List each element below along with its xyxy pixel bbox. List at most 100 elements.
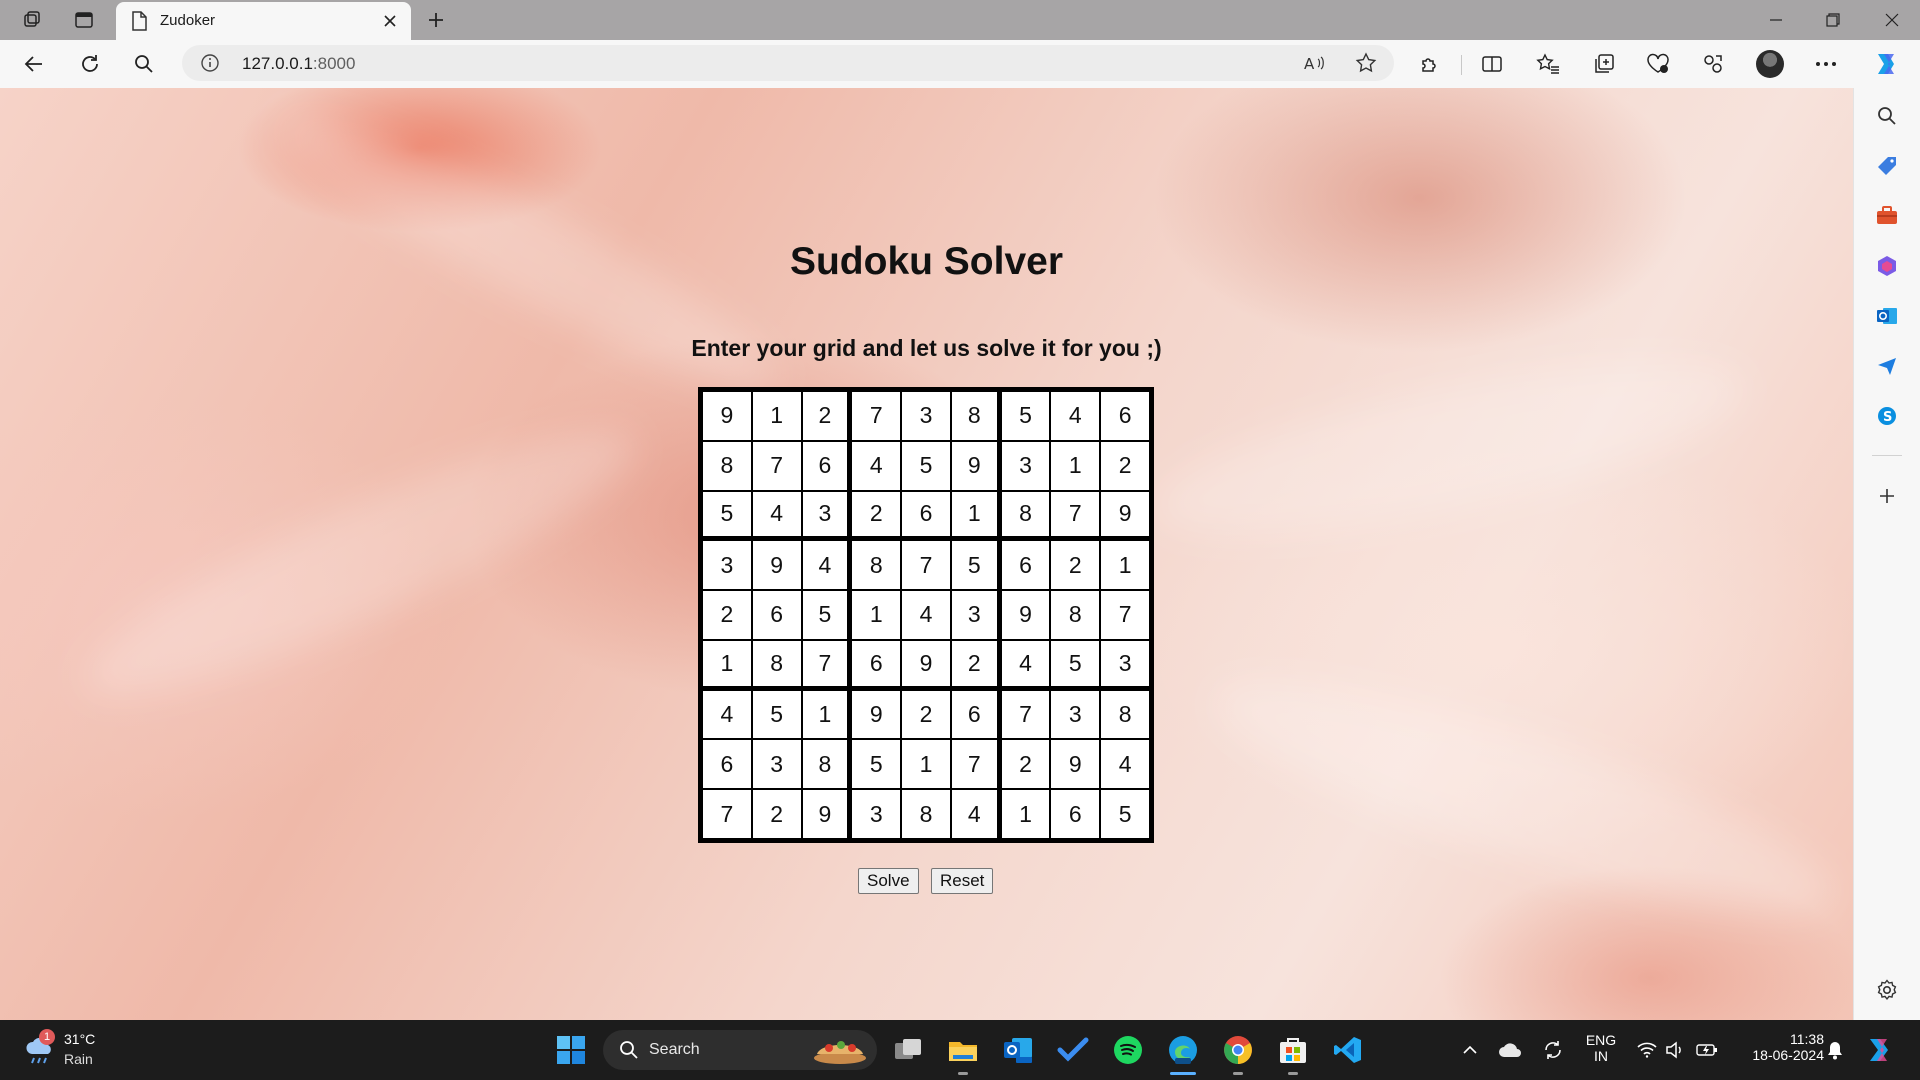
sudoku-cell[interactable]: 1 (901, 739, 951, 790)
todo-check-icon[interactable] (1055, 1032, 1091, 1068)
sudoku-cell[interactable]: 2 (801, 391, 852, 441)
sudoku-cell[interactable]: 1 (1050, 440, 1101, 491)
microsoft-365-icon[interactable] (1875, 254, 1899, 278)
sudoku-cell[interactable]: 3 (851, 789, 902, 839)
windows-start-icon[interactable] (553, 1032, 589, 1068)
sudoku-cell[interactable]: 3 (751, 739, 802, 790)
sudoku-cell[interactable]: 7 (1000, 689, 1051, 740)
sudoku-cell[interactable]: 5 (950, 540, 1001, 591)
sudoku-cell[interactable]: 1 (751, 391, 802, 441)
copilot-icon[interactable] (1872, 50, 1900, 78)
sudoku-cell[interactable]: 1 (950, 490, 1001, 541)
sudoku-cell[interactable]: 5 (801, 590, 852, 640)
sudoku-cell[interactable]: 5 (851, 739, 902, 790)
minimize-icon[interactable] (1748, 0, 1804, 40)
clock[interactable]: 11:38 18-06-2024 (1728, 1031, 1824, 1063)
shopping-tag-icon[interactable] (1875, 154, 1899, 178)
sudoku-cell[interactable]: 7 (901, 540, 951, 591)
sudoku-cell[interactable]: 8 (950, 391, 1001, 441)
sudoku-cell[interactable]: 1 (801, 689, 852, 740)
sudoku-cell[interactable]: 7 (1100, 590, 1150, 640)
sudoku-cell[interactable]: 4 (851, 440, 902, 491)
split-screen-icon[interactable] (1478, 50, 1506, 78)
sudoku-cell[interactable]: 5 (751, 689, 802, 740)
sudoku-cell[interactable]: 6 (751, 590, 802, 640)
sudoku-cell[interactable]: 9 (1000, 590, 1051, 640)
notification-bell-icon[interactable] (1820, 1032, 1850, 1068)
sudoku-cell[interactable]: 6 (1000, 540, 1051, 591)
search-icon[interactable] (130, 50, 158, 78)
sudoku-cell[interactable]: 9 (901, 639, 951, 690)
refresh-icon[interactable] (76, 50, 104, 78)
sudoku-cell[interactable]: 8 (1000, 490, 1051, 541)
sudoku-cell[interactable]: 9 (801, 789, 852, 839)
sudoku-cell[interactable]: 5 (702, 490, 752, 541)
sudoku-cell[interactable]: 3 (1100, 639, 1150, 690)
sudoku-cell[interactable]: 7 (702, 789, 752, 839)
browser-essentials-icon[interactable] (1644, 50, 1672, 78)
sudoku-cell[interactable]: 6 (1050, 789, 1101, 839)
sudoku-cell[interactable]: 1 (1000, 789, 1051, 839)
volume-icon[interactable] (1660, 1032, 1690, 1068)
sudoku-cell[interactable]: 4 (751, 490, 802, 541)
sudoku-cell[interactable]: 4 (1050, 391, 1101, 441)
weather-temperature[interactable]: 31°C (64, 1031, 95, 1047)
active-tab[interactable]: Zudoker (116, 2, 411, 40)
chrome-icon[interactable] (1220, 1032, 1256, 1068)
sudoku-cell[interactable]: 4 (901, 590, 951, 640)
sudoku-cell[interactable]: 8 (851, 540, 902, 591)
sudoku-cell[interactable]: 4 (801, 540, 852, 591)
sudoku-cell[interactable]: 9 (950, 440, 1001, 491)
sudoku-cell[interactable]: 6 (950, 689, 1001, 740)
task-view-icon[interactable] (890, 1032, 926, 1068)
sudoku-cell[interactable]: 8 (702, 440, 752, 491)
spotify-icon[interactable] (1110, 1032, 1146, 1068)
address-bar[interactable]: 127.0.0.1:8000 A (182, 45, 1394, 81)
sudoku-cell[interactable]: 4 (1100, 739, 1150, 790)
sudoku-cell[interactable]: 5 (1100, 789, 1150, 839)
sudoku-cell[interactable]: 6 (801, 440, 852, 491)
site-info-icon[interactable] (200, 53, 220, 78)
sudoku-cell[interactable]: 6 (901, 490, 951, 541)
sudoku-cell[interactable]: 3 (702, 540, 752, 591)
sudoku-cell[interactable]: 5 (1050, 639, 1101, 690)
sudoku-cell[interactable]: 7 (950, 739, 1001, 790)
sudoku-cell[interactable]: 2 (1000, 739, 1051, 790)
extensions-icon[interactable] (1416, 50, 1444, 78)
new-tab-icon[interactable] (424, 8, 448, 32)
sudoku-cell[interactable]: 2 (851, 490, 902, 541)
sudoku-cell[interactable]: 1 (851, 590, 902, 640)
sudoku-cell[interactable]: 3 (1050, 689, 1101, 740)
copilot-taskbar-icon[interactable] (1862, 1032, 1896, 1068)
taskbar-search-box[interactable]: Search (603, 1030, 877, 1070)
url-text[interactable]: 127.0.0.1:8000 (242, 54, 355, 74)
tab-actions-icon[interactable] (72, 8, 96, 32)
sidebar-search-icon[interactable] (1875, 104, 1899, 128)
sudoku-cell[interactable]: 3 (901, 391, 951, 441)
close-tab-icon[interactable] (381, 12, 399, 30)
sudoku-cell[interactable]: 3 (1000, 440, 1051, 491)
sudoku-cell[interactable]: 8 (901, 789, 951, 839)
sync-icon[interactable] (1538, 1032, 1568, 1068)
sudoku-cell[interactable]: 8 (1100, 689, 1150, 740)
close-window-icon[interactable] (1864, 0, 1920, 40)
sidebar-settings-gear-icon[interactable] (1875, 978, 1899, 1002)
outlook-new-icon[interactable] (1000, 1032, 1036, 1068)
battery-charging-icon[interactable] (1692, 1032, 1722, 1068)
sudoku-cell[interactable]: 4 (1000, 639, 1051, 690)
outlook-icon[interactable] (1875, 304, 1899, 328)
sudoku-cell[interactable]: 8 (1050, 590, 1101, 640)
edge-beta-icon[interactable] (1165, 1032, 1201, 1068)
file-explorer-icon[interactable] (945, 1032, 981, 1068)
reset-button[interactable]: Reset (931, 868, 994, 894)
sudoku-cell[interactable]: 9 (1100, 490, 1150, 541)
send-icon[interactable] (1875, 354, 1899, 378)
show-hidden-icons-chevron-icon[interactable] (1455, 1032, 1485, 1068)
sudoku-cell[interactable]: 2 (950, 639, 1001, 690)
sudoku-cell[interactable]: 3 (801, 490, 852, 541)
read-aloud-icon[interactable]: A (1302, 51, 1326, 75)
sudoku-cell[interactable]: 4 (702, 689, 752, 740)
back-icon[interactable] (20, 50, 48, 78)
sudoku-cell[interactable]: 9 (1050, 739, 1101, 790)
tools-briefcase-icon[interactable] (1875, 204, 1899, 228)
